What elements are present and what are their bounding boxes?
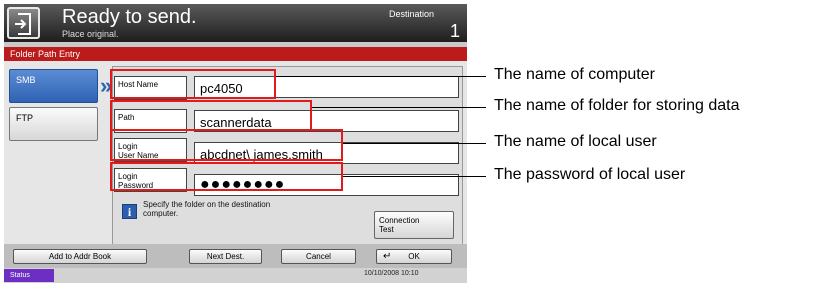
tab-smb[interactable]: SMB	[9, 69, 98, 103]
status-subtitle: Place original.	[62, 29, 119, 39]
highlight-path	[110, 100, 312, 131]
datetime: 10/10/2008 10:10	[364, 270, 419, 277]
destination-label: Destination	[389, 9, 435, 19]
info-message-line2: computer.	[143, 209, 179, 218]
callout-line-user	[343, 143, 486, 144]
highlight-login-user-name	[110, 129, 343, 161]
connection-test-line2: Test	[379, 225, 394, 234]
status-bar: Status 10/10/2008 10:10	[4, 268, 467, 283]
callout-local-password: The password of local user	[494, 166, 686, 183]
connection-test-line1: Connection	[379, 216, 420, 225]
info-message: Specify the folder on the destination co…	[143, 200, 303, 218]
highlight-host-name	[110, 69, 276, 99]
next-dest-button[interactable]: Next Dest.	[189, 249, 262, 264]
add-to-addr-book-button[interactable]: Add to Addr Book	[13, 249, 147, 264]
ok-label: OK	[408, 252, 420, 261]
status-title: Ready to send.	[62, 6, 197, 28]
home-button[interactable]	[7, 7, 40, 39]
ok-button[interactable]: ↵ OK	[376, 249, 452, 264]
status-tab[interactable]: Status	[4, 269, 54, 282]
header-bar: Ready to send. Place original. Destinati…	[4, 4, 467, 42]
footer-bar: Add to Addr Book Next Dest. Cancel ↵ OK	[4, 244, 467, 268]
callout-computer-name: The name of computer	[494, 66, 655, 83]
callout-line-password	[343, 176, 486, 177]
connection-test-button[interactable]: Connection Test	[374, 211, 454, 239]
callout-local-user: The name of local user	[494, 133, 657, 150]
section-title: Folder Path Entry	[4, 47, 467, 61]
tab-ftp[interactable]: FTP	[9, 107, 98, 141]
callout-folder-name: The name of folder for storing data	[494, 97, 740, 114]
callout-line-host	[276, 76, 486, 77]
destination-count: 1	[450, 21, 461, 41]
callout-line-path	[312, 107, 486, 108]
cancel-button[interactable]: Cancel	[281, 249, 356, 264]
info-message-line1: Specify the folder on the destination	[143, 200, 271, 209]
info-icon: i	[122, 204, 137, 219]
highlight-login-password	[110, 162, 343, 191]
enter-icon: ↵	[383, 251, 392, 262]
door-exit-icon	[15, 13, 31, 35]
